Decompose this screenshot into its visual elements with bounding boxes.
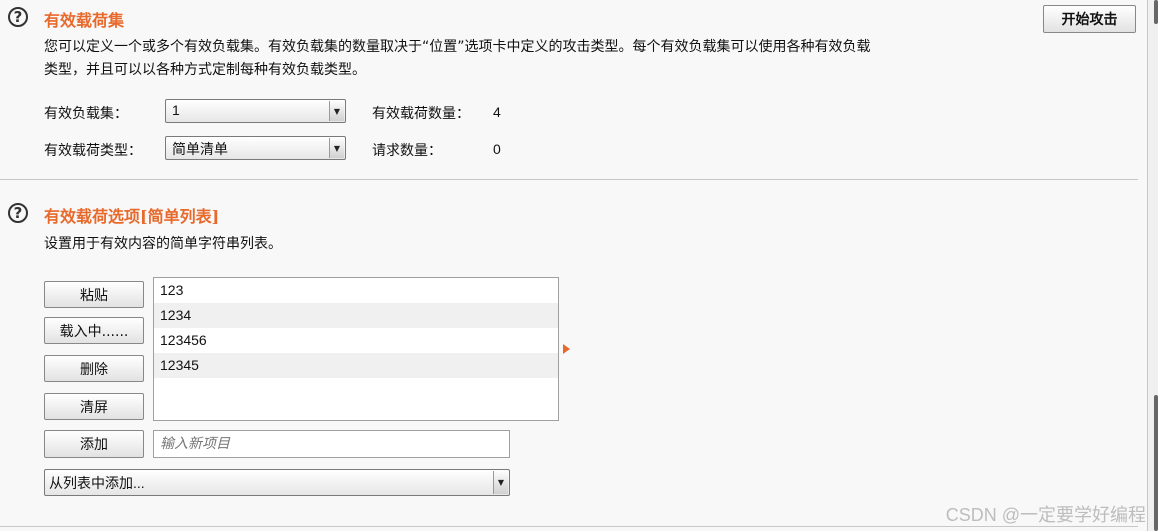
start-attack-button[interactable]: 开始攻击 (1043, 5, 1136, 33)
payload-set-label: 有效负载集： (44, 106, 128, 122)
scrollbar[interactable] (1147, 0, 1158, 531)
add-from-list-value: 从列表中添加... (49, 475, 145, 491)
paste-button[interactable]: 粘贴 (44, 281, 144, 308)
request-count-value: 0 (493, 141, 501, 157)
payload-type-select[interactable]: 简单清单 ▼ (165, 136, 346, 160)
add-from-list-select[interactable]: 从列表中添加... ▼ (44, 469, 510, 496)
payload-set-select[interactable]: 1 ▼ (165, 99, 346, 123)
watermark: CSDN @一定要学好编程 (945, 505, 1146, 525)
scrollbar-thumb[interactable] (1154, 0, 1158, 24)
clear-button[interactable]: 清屏 (44, 393, 144, 420)
remove-button[interactable]: 删除 (44, 355, 144, 382)
list-item[interactable]: 123456 (154, 328, 558, 353)
add-button[interactable]: 添加 (44, 430, 144, 458)
insert-arrow-icon (563, 344, 570, 354)
section-divider (0, 179, 1138, 180)
list-item[interactable]: 123 (154, 278, 558, 303)
chevron-down-icon: ▼ (329, 138, 344, 158)
scrollbar-thumb[interactable] (1154, 395, 1158, 531)
payload-set-value: 1 (172, 102, 180, 118)
payload-count-label: 有效载荷数量： (372, 106, 470, 122)
load-button[interactable]: 载入中...... (44, 317, 144, 344)
payload-sets-title: 有效载荷集 (44, 11, 125, 30)
payload-options-description: 设置用于有效内容的简单字符串列表。 (44, 236, 282, 252)
request-count-label: 请求数量： (372, 143, 442, 159)
payload-type-value: 简单清单 (172, 142, 228, 158)
new-item-input[interactable] (153, 430, 510, 458)
help-icon[interactable]: ? (8, 203, 28, 223)
list-item[interactable]: 12345 (154, 353, 558, 378)
payload-type-label: 有效载荷类型： (44, 143, 142, 159)
payload-sets-description-line1: 您可以定义一个或多个有效负载集。有效负载集的数量取决于“位置”选项卡中定义的攻击… (44, 39, 871, 55)
list-item[interactable]: 1234 (154, 303, 558, 328)
payload-options-title: 有效载荷选项[简单列表] (44, 207, 220, 226)
payload-list[interactable]: 123 1234 123456 12345 (153, 277, 559, 421)
help-icon[interactable]: ? (8, 7, 28, 27)
payload-count-value: 4 (493, 104, 501, 120)
payload-sets-description-line2: 类型，并且可以以各种方式定制每种有效负载类型。 (44, 62, 366, 78)
chevron-down-icon: ▼ (329, 101, 344, 121)
chevron-down-icon: ▼ (493, 471, 508, 494)
